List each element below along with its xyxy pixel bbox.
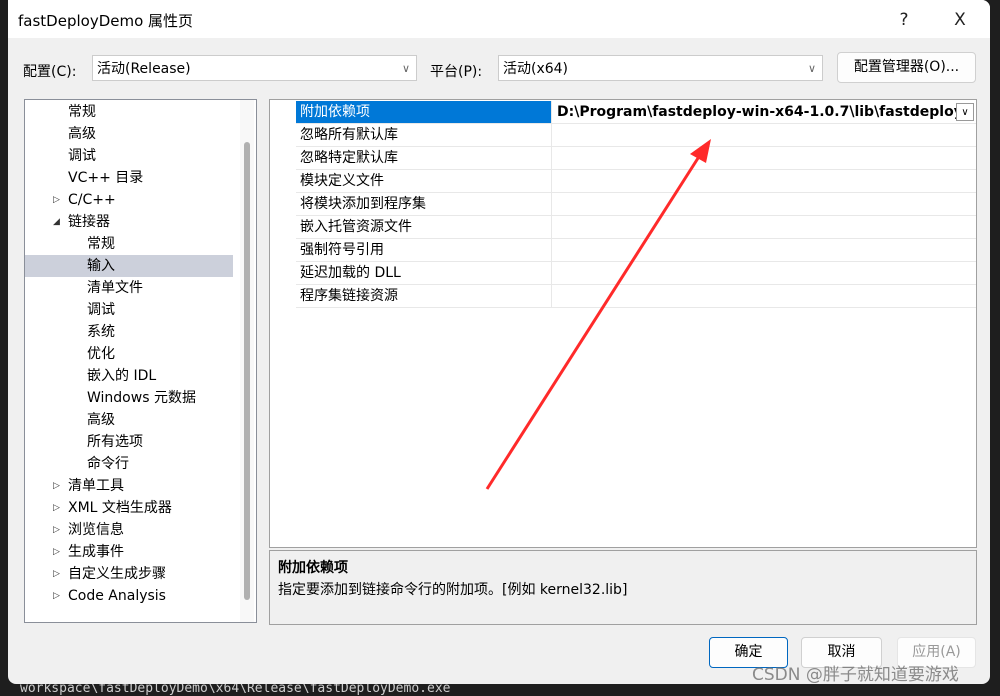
red-arrow-annotation xyxy=(485,139,711,490)
watermark: CSDN @胖子就知道要游戏 xyxy=(752,665,959,685)
arrow-head xyxy=(690,139,711,163)
arrow-shaft xyxy=(485,154,702,490)
